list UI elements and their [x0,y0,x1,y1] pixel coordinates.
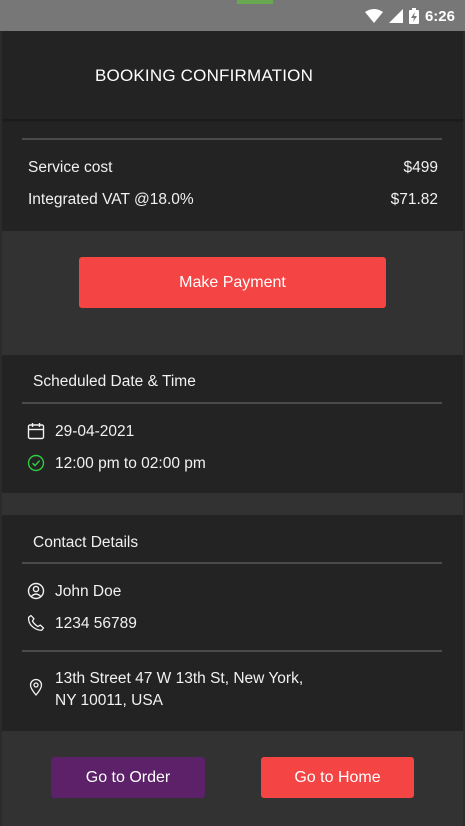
section-gap [2,493,463,515]
make-payment-button[interactable]: Make Payment [79,257,386,308]
schedule-time-row: 12:00 pm to 02:00 pm [27,453,206,475]
calendar-icon [27,423,45,440]
schedule-time: 12:00 pm to 02:00 pm [55,455,206,472]
vat-row: Integrated VAT @18.0% $71.82 [28,191,438,209]
contact-phone: 1234 56789 [55,615,137,632]
vat-label: Integrated VAT @18.0% [28,191,194,208]
schedule-date: 29-04-2021 [55,423,135,440]
status-icons: 6:26 [364,7,455,25]
vat-value: $71.82 [390,191,438,208]
schedule-title: Scheduled Date & Time [33,373,196,390]
contact-phone-row[interactable]: 1234 56789 [27,613,137,635]
status-time: 6:26 [424,7,455,25]
footer-actions: Go to Order Go to Home [2,731,463,826]
phone-icon [27,614,45,632]
battery-charging-icon [408,8,419,24]
address-line-1: 13th Street 47 W 13th St, New York, [55,670,304,687]
signal-icon [388,9,403,23]
address-divider [22,650,442,652]
contact-title: Contact Details [33,534,139,551]
schedule-date-row: 29-04-2021 [27,421,134,443]
go-to-home-button[interactable]: Go to Home [261,757,414,798]
contact-name-row: John Doe [27,581,121,603]
app-frame: BOOKING CONFIRMATION Service cost $499 I… [2,31,463,826]
contact-address: 13th Street 47 W 13th St, New York, NY 1… [55,668,303,712]
schedule-card: Scheduled Date & Time 29-04-2021 12:00 p… [2,355,463,493]
contact-name: John Doe [55,583,122,600]
schedule-divider [22,402,442,404]
location-pin-icon [29,678,43,696]
user-icon [27,582,45,600]
cost-summary-card: Service cost $499 Integrated VAT @18.0% … [2,123,463,231]
status-bar: 6:26 [0,0,465,31]
contact-divider [22,562,442,564]
page-title: BOOKING CONFIRMATION [95,66,314,85]
service-cost-label: Service cost [28,159,113,176]
contact-card: Contact Details John Doe 1234 56789 13th… [2,515,463,731]
contact-address-row: 13th Street 47 W 13th St, New York, NY 1… [27,668,303,712]
payment-section: Make Payment [2,231,463,355]
service-cost-value: $499 [403,159,438,176]
go-to-order-button[interactable]: Go to Order [51,757,205,798]
status-notch [237,0,273,4]
wifi-icon [364,9,383,23]
address-line-2: NY 10011, USA [55,692,163,709]
check-circle-icon [27,454,45,472]
app-header: BOOKING CONFIRMATION [2,31,463,121]
service-cost-row: Service cost $499 [28,159,438,177]
cost-divider [22,138,442,140]
